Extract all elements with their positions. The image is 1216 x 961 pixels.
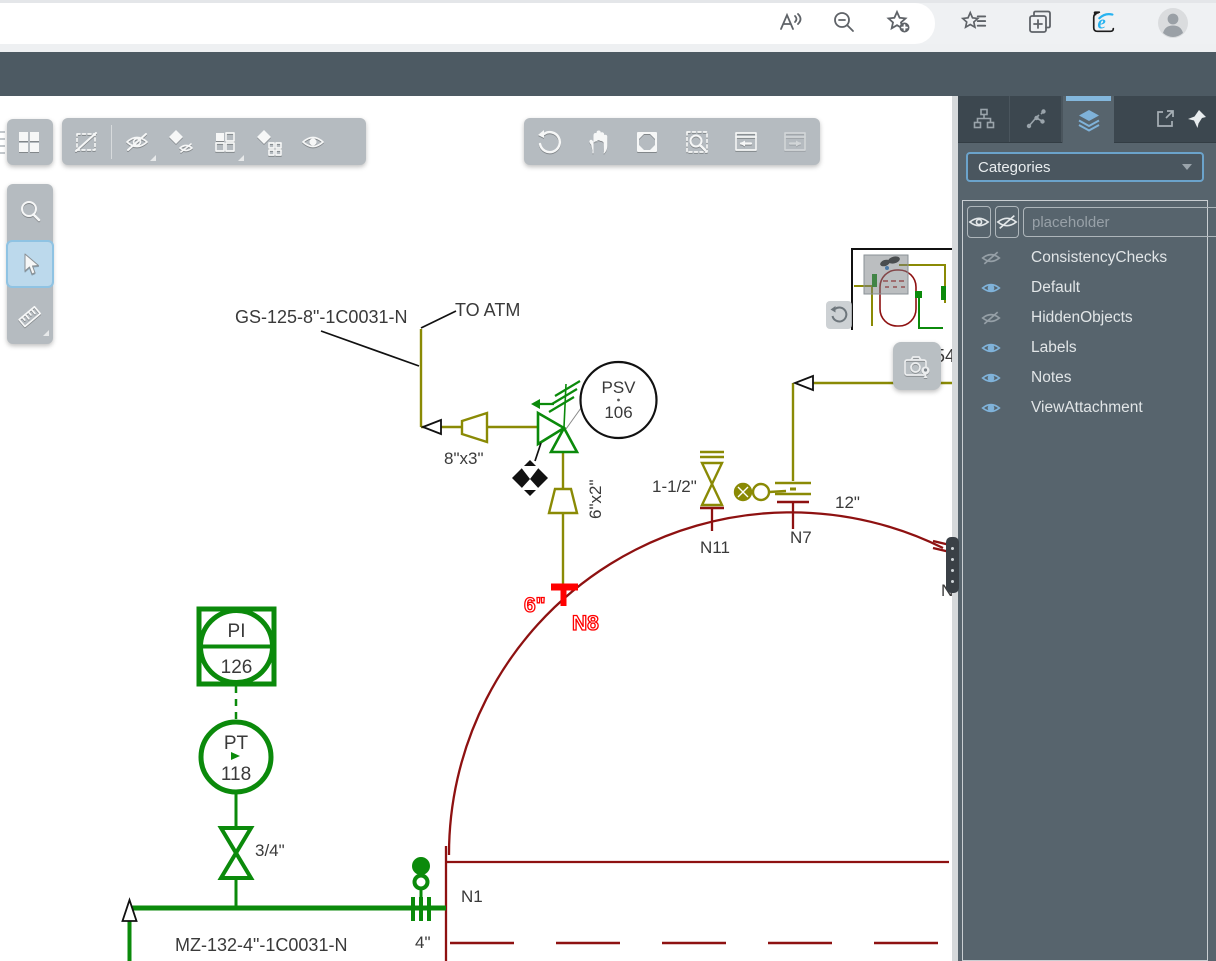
tab-layers[interactable] — [1062, 96, 1114, 143]
show-by-category-button[interactable] — [203, 120, 247, 164]
layer-name: ViewAttachment — [1031, 399, 1143, 417]
visibility-toolbar — [62, 118, 366, 165]
line-number-label: GS-125-8"-1C0031-N — [235, 307, 407, 327]
layer-list-header — [963, 201, 1207, 243]
layer-list: ConsistencyChecks Default HiddenObjects Lab… — [963, 243, 1207, 423]
pipe-size-label-12: 12" — [835, 493, 860, 512]
layer-name: Notes — [1031, 369, 1072, 387]
capture-view-button[interactable] — [893, 342, 941, 390]
favorites-list-icon[interactable] — [960, 8, 988, 36]
select-tool-button[interactable] — [8, 242, 52, 286]
pid-drawing: GS-125-8"-1C0031-N TO ATM PSV 106 8"x3" … — [0, 96, 952, 961]
nozzle-label-n7: N7 — [790, 528, 812, 547]
layer-search-input[interactable] — [1030, 213, 1216, 232]
navigation-toolbar — [524, 118, 820, 165]
visibility-on-icon[interactable] — [979, 280, 1003, 296]
fit-to-view-button[interactable] — [625, 120, 669, 164]
minimap-viewport[interactable] — [864, 255, 908, 294]
pt-tag-function: PT — [224, 733, 249, 754]
psv-tag-function: PSV — [601, 378, 636, 397]
layer-name: Labels — [1031, 339, 1077, 357]
highlight-nozzle-label-n8: N8 — [572, 612, 599, 635]
to-atm-label: TO ATM — [455, 300, 520, 320]
layer-row[interactable]: Notes — [963, 363, 1207, 393]
visibility-on-icon[interactable] — [979, 370, 1003, 386]
profile-avatar[interactable] — [1156, 6, 1190, 40]
nozzle-label-n1: N1 — [461, 887, 483, 906]
zoom-tool-button[interactable] — [8, 189, 52, 233]
isolate-objects-button[interactable] — [159, 120, 203, 164]
reset-view-button[interactable] — [826, 301, 852, 329]
green-piping[interactable] — [128, 381, 580, 961]
collapsed-panel-edge — [0, 126, 5, 159]
layer-row[interactable]: HiddenObjects — [963, 303, 1207, 333]
panel-resize-grip[interactable] — [946, 537, 959, 593]
read-aloud-icon[interactable] — [776, 8, 804, 36]
vessel-outline[interactable] — [446, 502, 950, 961]
layer-row[interactable]: ViewAttachment — [963, 393, 1207, 423]
nozzle-label-n11: N11 — [700, 538, 730, 557]
visibility-on-icon[interactable] — [979, 340, 1003, 356]
olive-piping[interactable] — [421, 329, 952, 584]
layer-row[interactable]: ConsistencyChecks — [963, 243, 1207, 273]
psv-tag-number: 106 — [604, 403, 632, 422]
add-favorite-icon[interactable] — [884, 8, 912, 36]
layer-list-box: ConsistencyChecks Default HiddenObjects Lab… — [962, 200, 1208, 961]
layer-row[interactable]: Labels — [963, 333, 1207, 363]
tab-model-tree[interactable] — [958, 96, 1010, 142]
side-tools-toolbar — [7, 184, 53, 344]
next-view-button[interactable] — [773, 120, 817, 164]
zoom-out-icon[interactable] — [830, 8, 858, 36]
categories-dropdown[interactable]: Categories — [966, 152, 1204, 182]
pt-tag-number: 118 — [221, 764, 251, 785]
highlight-size-label: 6" — [524, 594, 546, 617]
orbit-reset-button[interactable] — [527, 120, 571, 164]
reducer-size-label-2: 6"x2" — [586, 480, 605, 519]
pi-tag-function: PI — [228, 621, 246, 642]
layer-search-box — [1023, 207, 1216, 237]
tab-relationships[interactable] — [1010, 96, 1062, 142]
app-header-bar — [0, 52, 1216, 96]
measure-tool-button[interactable] — [8, 295, 52, 339]
visibility-off-icon[interactable] — [979, 250, 1003, 266]
isolate-by-category-button[interactable] — [247, 120, 291, 164]
pid-viewer-app: e — [0, 0, 1216, 961]
ie-mode-icon[interactable]: e — [1090, 8, 1118, 36]
browser-toolbar: e — [0, 0, 1216, 44]
pin-panel-icon[interactable] — [1184, 106, 1210, 132]
show-all-layers-button[interactable] — [967, 206, 991, 238]
previous-view-button[interactable] — [724, 120, 768, 164]
layer-name: Default — [1031, 279, 1080, 297]
chevron-down-icon — [1182, 164, 1192, 170]
visibility-off-icon[interactable] — [979, 310, 1003, 326]
valve-size-label-2: 3/4" — [255, 841, 285, 860]
line-number-label-2: MZ-132-4"-1C0031-N — [175, 935, 347, 955]
layer-name: ConsistencyChecks — [1031, 249, 1167, 267]
visibility-on-icon[interactable] — [979, 400, 1003, 416]
hide-all-layers-button[interactable] — [995, 206, 1019, 238]
drawing-canvas[interactable]: GS-125-8"-1C0031-N TO ATM PSV 106 8"x3" … — [0, 96, 952, 961]
pi-tag-number: 126 — [221, 657, 253, 678]
pan-button[interactable] — [576, 120, 620, 164]
collections-icon[interactable] — [1026, 8, 1054, 36]
layer-name: HiddenObjects — [1031, 309, 1133, 327]
open-in-new-window-icon[interactable] — [1152, 106, 1178, 132]
layers-panel: Categories ConsistencyChecks Default Hidde… — [958, 96, 1216, 961]
zoom-window-button[interactable] — [675, 120, 719, 164]
navigation-minimap[interactable] — [851, 248, 952, 330]
panel-tab-bar — [958, 96, 1216, 143]
model-views-group — [7, 119, 53, 165]
highlighted-nozzle-n8[interactable] — [551, 587, 578, 606]
valve-size-label-1: 1-1/2" — [652, 477, 697, 496]
model-views-button[interactable] — [7, 120, 51, 164]
layer-row[interactable]: Default — [963, 273, 1207, 303]
categories-dropdown-value: Categories — [978, 159, 1051, 176]
pipe-size-label-4: 4" — [415, 933, 431, 952]
hide-objects-button[interactable] — [115, 120, 159, 164]
show-all-button[interactable] — [291, 120, 335, 164]
selection-window-button[interactable] — [64, 120, 108, 164]
reducer-size-label-1: 8"x3" — [444, 449, 483, 468]
